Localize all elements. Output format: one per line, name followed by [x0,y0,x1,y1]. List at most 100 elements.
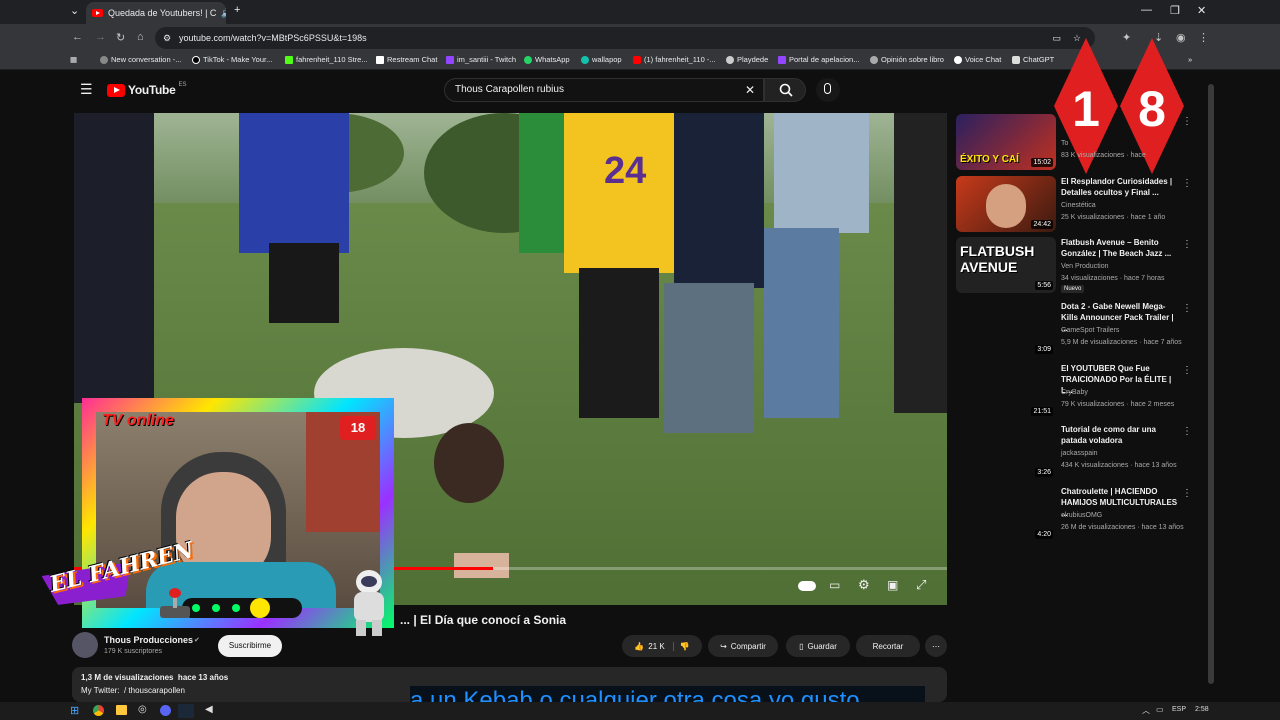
new-badge: Nuevo [1061,285,1085,293]
dislike-icon[interactable]: 👎 [672,641,690,651]
more-actions-button[interactable]: ⋯ [925,635,947,657]
youtube-logo[interactable]: YouTube ES [107,82,186,97]
clear-search-icon[interactable]: ✕ [745,79,755,101]
windows-start-icon[interactable]: ⊞ [70,704,79,717]
recommendation-thumbnail[interactable]: 3:26 [956,424,1056,480]
bookmark-item[interactable]: ChatGPT [1012,55,1054,64]
bookmark-item[interactable]: wallapop [581,55,622,64]
more-actions-icon[interactable]: ⋮ [1182,178,1192,189]
obs-icon[interactable]: ◎ [138,704,147,715]
settings-gear-icon[interactable]: ⚙ [858,577,870,593]
site-info-icon[interactable]: ⚙ [163,27,171,49]
bookmark-item[interactable]: im_santiii - Twitch [446,55,516,64]
recommendation-item[interactable]: 4:20 Chatroulette | HACIENDO HAMIJOS MUL… [956,486,1206,544]
recommendation-thumbnail[interactable]: 4:20 [956,486,1056,542]
audio-app-icon[interactable]: ◀ [205,704,213,715]
home-button[interactable]: ⌂ [137,31,144,43]
search-input[interactable]: Thous Carapollen rubius ✕ [444,78,764,102]
chrome-menu-icon[interactable]: ⋮ [1198,31,1209,44]
recommendation-item[interactable]: 3:09 Dota 2 - Gabe Newell Mega-Kills Ann… [956,301,1206,359]
save-button[interactable]: ▯ Guardar [786,635,850,657]
page-scrollbar[interactable] [1208,84,1214,684]
channel-name[interactable]: elrubiusOMG [1061,512,1102,519]
channel-name[interactable]: CryBaby [1061,389,1088,396]
bookmark-item[interactable]: TikTok - Make Your... [192,55,272,64]
discord-icon[interactable] [160,705,171,716]
video-meta: 25 K visualizaciones · hace 1 año [1061,214,1166,221]
recommendation-thumbnail[interactable]: 3:09 [956,301,1056,357]
tab-search-icon[interactable]: ⌄ [70,4,79,17]
maximize-button[interactable]: ❐ [1170,4,1180,17]
like-icon[interactable]: 👍 [634,642,644,651]
minimize-button[interactable]: — [1141,4,1152,16]
subscribe-button[interactable]: Suscribirme [218,635,282,657]
recommendation-title[interactable]: El Resplandor Curiosidades | Detalles oc… [1061,176,1181,198]
autoplay-toggle[interactable] [798,581,816,591]
microphone-icon [824,83,831,94]
recommendation-thumbnail[interactable]: FLATBUSH AVENUE 5:56 [956,237,1056,293]
recommendation-item[interactable]: 21:51 El YOUTUBER Que Fue TRAICIONADO Po… [956,363,1206,421]
more-actions-icon[interactable]: ⋮ [1182,488,1192,499]
recommendation-title[interactable]: Tutorial de como dar una patada voladora [1061,424,1181,446]
new-tab-button[interactable]: + [234,4,240,16]
recommendation-item[interactable]: 3:26 Tutorial de como dar una patada vol… [956,424,1206,482]
channel-avatar[interactable] [72,632,98,658]
recommendation-title[interactable]: Flatbush Avenue – Benito González | The … [1061,237,1181,259]
more-actions-icon[interactable]: ⋮ [1182,239,1192,250]
more-actions-icon[interactable]: ⋮ [1182,426,1192,437]
address-bar[interactable]: ⚙ youtube.com/watch?v=MBtPSc6PSSU&t=198s… [155,27,1095,49]
recommendation-item[interactable]: ÉXITO Y CAÍ 15:02 To 83 K visualizacione… [956,114,1206,172]
bookmark-item[interactable]: WhatsApp [524,55,570,64]
file-explorer-icon[interactable] [116,705,127,715]
bookmark-item[interactable]: Opinión sobre libro [870,55,944,64]
bookmark-item[interactable]: fahrenheit_110 Stre... [285,55,368,64]
forward-button[interactable]: → [95,31,106,43]
hamburger-menu-icon[interactable]: ☰ [80,81,93,98]
back-button[interactable]: ← [72,31,83,43]
channel-name[interactable]: To [1061,140,1068,147]
clock[interactable]: 2:58 [1195,706,1209,713]
clip-button[interactable]: Recortar [856,635,920,657]
video-meta: 34 visualizaciones · hace 7 horas [1061,275,1165,282]
theater-mode-icon[interactable]: ▣ [887,578,898,592]
voice-search-button[interactable] [816,78,840,102]
like-count[interactable]: 21 K [648,642,664,651]
bookmark-item[interactable]: New conversation -... [100,55,181,64]
search-button[interactable] [764,78,806,102]
recommendation-thumbnail[interactable]: ÉXITO Y CAÍ 15:02 [956,114,1056,170]
recommendation-item[interactable]: FLATBUSH AVENUE 5:56 Flatbush Avenue – B… [956,237,1206,295]
subtitles-icon[interactable]: ▭ [829,578,840,592]
tray-chevron-icon[interactable]: ︿ [1142,705,1150,716]
recommendation-thumbnail[interactable]: 21:51 [956,363,1056,419]
channel-name[interactable]: Ven Production [1061,263,1108,270]
more-actions-icon[interactable]: ⋮ [1182,303,1192,314]
fullscreen-icon[interactable]: ⤢ [916,577,926,593]
bookmark-item[interactable]: (1) fahrenheit_110 -... [633,55,716,64]
joystick-icon [160,588,190,618]
recommendation-thumbnail[interactable]: 24:42 [956,176,1056,232]
steam-icon[interactable] [178,704,194,718]
tab-audio-icon: 🔊 [221,8,226,19]
channel-name[interactable]: Cinestética [1061,202,1096,209]
share-button[interactable]: ↪ Compartir [708,635,778,657]
apps-icon[interactable]: ▦ [70,55,77,64]
more-actions-icon[interactable]: ⋮ [1182,365,1192,376]
language-indicator[interactable]: ESP [1172,706,1186,713]
bookmark-item[interactable]: Portal de apelacion... [778,55,859,64]
browser-tab-bar: ⌄ Quedada de Youtubers! | C 🔊 ✕ + — ❐ ✕ [0,0,1280,24]
active-tab[interactable]: Quedada de Youtubers! | C 🔊 ✕ [86,2,226,24]
bookmark-item[interactable]: Playdede [726,55,768,64]
channel-name[interactable]: GameSpot Trailers [1061,327,1119,334]
reload-button[interactable]: ↻ [116,31,125,44]
bookmark-item[interactable]: Restream Chat [376,55,437,64]
chrome-taskbar-icon[interactable] [93,705,104,716]
close-window-button[interactable]: ✕ [1197,4,1206,17]
channel-name[interactable]: Thous Producciones [104,635,193,645]
more-bookmarks-icon[interactable]: » [1188,55,1192,64]
recommendation-item[interactable]: 24:42 El Resplandor Curiosidades | Detal… [956,176,1206,234]
bookmark-item[interactable]: Voice Chat [954,55,1001,64]
network-icon[interactable]: ▭ [1156,705,1164,714]
more-actions-icon[interactable]: ⋮ [1182,116,1192,127]
channel-name[interactable]: jackasspain [1061,450,1098,457]
video-title: ... | El Día que conocí a Sonia [400,613,567,627]
